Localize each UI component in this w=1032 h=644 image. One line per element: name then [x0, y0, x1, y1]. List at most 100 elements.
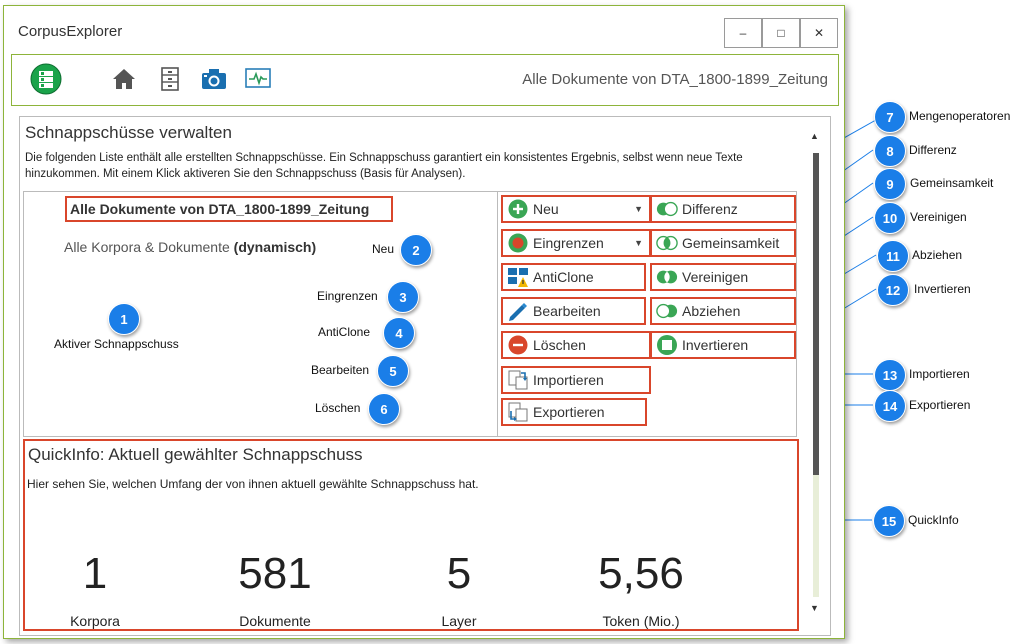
callout-4-label: AntiClone — [318, 325, 371, 339]
callout-15: 15 — [873, 505, 905, 537]
stat-layer-label: Layer — [441, 613, 477, 629]
snapshot-root-label: Alle Korpora & Dokumente — [64, 239, 230, 255]
scroll-up-icon[interactable]: ▲ — [810, 131, 819, 141]
quickinfo-title: QuickInfo: Aktuell gewählter Schnappschu… — [28, 445, 363, 464]
callout-11: 11 — [877, 240, 909, 272]
difference-button-label: Differenz — [682, 201, 738, 217]
difference-icon — [656, 198, 678, 220]
callout-3: 3 — [387, 281, 419, 313]
callout-13-label: Importieren — [909, 367, 970, 381]
scroll-down-icon[interactable]: ▼ — [810, 603, 819, 613]
toolbar: Alle Dokumente von DTA_1800-1899_Zeitung — [11, 54, 839, 106]
intersection-icon — [656, 232, 678, 254]
snapshot-panel: Schnappschüsse verwalten Die folgenden L… — [19, 116, 831, 636]
filter-circle-icon — [507, 232, 529, 254]
callout-9-label: Gemeinsamkeit — [910, 176, 994, 190]
quickinfo-section: QuickInfo: Aktuell gewählter Schnappschu… — [23, 439, 799, 631]
restrict-button[interactable]: Eingrenzen ▼ — [501, 229, 651, 257]
camera-icon[interactable] — [198, 63, 230, 95]
quickinfo-description: Hier sehen Sie, welchen Umfang der von i… — [27, 477, 479, 491]
view-title: Alle Dokumente von DTA_1800-1899_Zeitung — [522, 71, 828, 88]
invert-icon — [656, 334, 678, 356]
stat-dokumente-label: Dokumente — [239, 613, 311, 629]
chevron-down-icon: ▼ — [634, 238, 643, 248]
union-button-label: Vereinigen — [682, 269, 749, 285]
edit-button-label: Bearbeiten — [533, 303, 601, 319]
anticlone-icon — [507, 266, 529, 288]
database-icon[interactable] — [30, 63, 62, 95]
snapshot-item-root[interactable]: Alle Korpora & Dokumente (dynamisch) — [64, 239, 316, 255]
anticlone-button[interactable]: AntiClone — [501, 263, 646, 291]
cabinet-icon[interactable] — [154, 63, 186, 95]
delete-button[interactable]: Löschen — [501, 331, 651, 359]
callout-10-label: Vereinigen — [910, 210, 967, 224]
callout-6-label: Löschen — [315, 401, 361, 415]
new-button-label: Neu — [533, 201, 559, 217]
union-icon — [656, 266, 678, 288]
callout-9: 9 — [874, 168, 906, 200]
maximize-button[interactable]: □ — [762, 18, 800, 48]
stat-korpora-label: Korpora — [70, 613, 120, 629]
scrollbar-track[interactable] — [813, 475, 819, 597]
edit-button[interactable]: Bearbeiten — [501, 297, 646, 325]
callout-7-label: Mengenoperatoren — [909, 109, 1011, 123]
callout-3-label: Eingrenzen — [317, 289, 378, 303]
callout-4: 4 — [383, 317, 415, 349]
callout-7: 7 — [874, 101, 906, 133]
difference-button[interactable]: Differenz — [650, 195, 796, 223]
export-button-label: Exportieren — [533, 404, 605, 420]
stat-layer-value: 5 — [446, 549, 472, 598]
stat-dokumente-value: 581 — [238, 549, 312, 598]
import-button[interactable]: Importieren — [501, 366, 651, 394]
callout-14-label: Exportieren — [909, 398, 971, 412]
scrollbar-thumb[interactable] — [813, 153, 819, 475]
callout-11-label: Abziehen — [912, 248, 963, 262]
intersection-button-label: Gemeinsamkeit — [682, 235, 780, 251]
callout-2: 2 — [400, 234, 432, 266]
callout-1-label: Aktiver Schnappschuss — [54, 337, 179, 351]
stat-korpora-value: 1 — [82, 549, 108, 598]
invert-button-label: Invertieren — [682, 337, 749, 353]
pencil-icon — [507, 300, 529, 322]
callout-1: 1 — [108, 303, 140, 335]
home-icon[interactable] — [108, 63, 140, 95]
callout-8: 8 — [874, 135, 906, 167]
subtract-button[interactable]: Abziehen — [650, 297, 796, 325]
chevron-down-icon: ▼ — [634, 204, 643, 214]
callout-15-label: QuickInfo — [908, 513, 959, 527]
minus-circle-icon — [507, 334, 529, 356]
invert-button[interactable]: Invertieren — [650, 331, 796, 359]
section-title: Schnappschüsse verwalten — [25, 123, 232, 142]
callout-8-label: Differenz — [909, 143, 957, 157]
callout-5-label: Bearbeiten — [311, 363, 370, 377]
callout-12: 12 — [877, 274, 909, 306]
import-icon — [507, 369, 529, 391]
snapshot-root-suffix: (dynamisch) — [233, 239, 317, 255]
restrict-button-label: Eingrenzen — [533, 235, 604, 251]
stat-token-value: 5,56 — [598, 549, 684, 598]
callout-2-label: Neu — [372, 242, 395, 256]
stat-token-label: Token (Mio.) — [602, 613, 680, 629]
callout-10: 10 — [874, 202, 906, 234]
minimize-button[interactable]: – — [724, 18, 762, 48]
callout-14: 14 — [874, 390, 906, 422]
snapshot-item-active[interactable]: Alle Dokumente von DTA_1800-1899_Zeitung — [65, 196, 393, 222]
window-title: CorpusExplorer — [18, 23, 123, 40]
intersection-button[interactable]: Gemeinsamkeit — [650, 229, 796, 257]
import-button-label: Importieren — [533, 372, 604, 388]
callout-12-label: Invertieren — [914, 282, 971, 296]
monitor-chart-icon[interactable] — [242, 63, 274, 95]
subtract-button-label: Abziehen — [682, 303, 741, 319]
union-button[interactable]: Vereinigen — [650, 263, 796, 291]
export-button[interactable]: Exportieren — [501, 398, 647, 426]
callout-5: 5 — [377, 355, 409, 387]
delete-button-label: Löschen — [533, 337, 586, 353]
plus-icon — [507, 198, 529, 220]
close-button[interactable]: ✕ — [800, 18, 838, 48]
new-button[interactable]: Neu ▼ — [501, 195, 651, 223]
subtract-icon — [656, 300, 678, 322]
anticlone-button-label: AntiClone — [533, 269, 594, 285]
callout-13: 13 — [874, 359, 906, 391]
export-icon — [507, 401, 529, 423]
callout-6: 6 — [368, 393, 400, 425]
